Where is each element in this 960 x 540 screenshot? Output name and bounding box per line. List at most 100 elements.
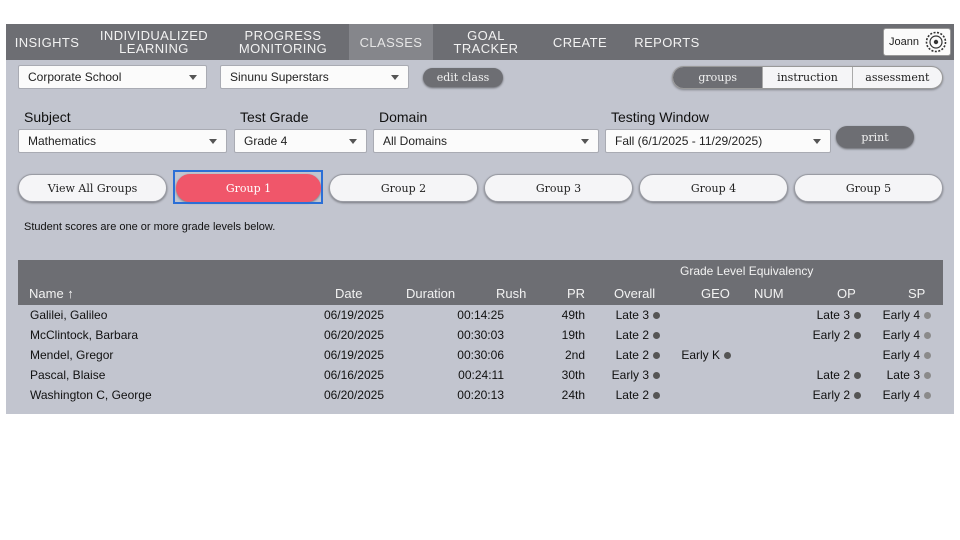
- overall-value: Late 2: [615, 388, 649, 402]
- status-dot-icon: [924, 332, 931, 339]
- cell-duration: 00:30:03: [457, 328, 504, 342]
- view-groups-button[interactable]: groups: [673, 67, 763, 88]
- group-description: Student scores are one or more grade lev…: [24, 221, 276, 233]
- nav-goal-tracker[interactable]: GOAL TRACKER: [434, 24, 538, 60]
- test-grade-select[interactable]: Grade 4: [234, 129, 367, 153]
- table-row[interactable]: Pascal, Blaise 06/16/2025 00:24:11 30th Earl…: [18, 365, 943, 385]
- class-select-value: Sinunu Superstars: [230, 70, 329, 84]
- status-dot-icon: [924, 372, 931, 379]
- duration-value: 00:30:03: [457, 328, 504, 342]
- pr-value: 19th: [561, 328, 585, 342]
- nav-progress-monitoring[interactable]: PROGRESS MONITORING: [230, 24, 336, 60]
- cell-sp: Early 4: [883, 348, 931, 362]
- column-overall[interactable]: Overall: [614, 286, 655, 301]
- cell-sp: Late 3: [887, 368, 931, 382]
- date-value: 06/20/2025: [323, 388, 384, 402]
- domain-label: Domain: [379, 109, 428, 125]
- testing-window-select[interactable]: Fall (6/1/2025 - 11/29/2025): [605, 129, 831, 153]
- cell-pr: 19th: [562, 328, 585, 342]
- top-nav: INSIGHTS INDIVIDUALIZED LEARNING PROGRES…: [6, 24, 954, 60]
- tab-group-5[interactable]: Group 5: [794, 174, 943, 202]
- subject-label: Subject: [24, 109, 71, 125]
- tab-view-all-groups[interactable]: View All Groups: [18, 174, 167, 202]
- column-pr[interactable]: PR: [567, 286, 585, 301]
- status-dot-icon: [653, 372, 660, 379]
- duration-value: 00:24:11: [458, 368, 504, 382]
- cell-name[interactable]: Washington C, George: [30, 388, 152, 402]
- cell-pr: 24th: [562, 388, 585, 402]
- view-toggle: groups instruction assessment: [672, 66, 943, 89]
- column-name-sort[interactable]: Name ↑: [29, 286, 74, 301]
- cell-duration: 00:30:06: [457, 348, 504, 362]
- status-dot-icon: [653, 332, 660, 339]
- overall-value: Early 3: [611, 368, 649, 382]
- cell-name[interactable]: Pascal, Blaise: [30, 368, 105, 382]
- school-select[interactable]: Corporate School: [18, 65, 207, 89]
- testing-window-select-value: Fall (6/1/2025 - 11/29/2025): [615, 134, 763, 148]
- nav-reports[interactable]: REPORTS: [628, 24, 706, 60]
- status-dot-icon: [924, 312, 931, 319]
- cell-op: Late 3: [817, 308, 861, 322]
- sp-value: Early 4: [882, 348, 920, 362]
- column-date[interactable]: Date: [335, 286, 362, 301]
- name-value: Mendel, Gregor: [30, 348, 114, 362]
- column-duration[interactable]: Duration: [406, 286, 455, 301]
- column-num[interactable]: NUM: [754, 286, 784, 301]
- table-row[interactable]: Washington C, George 06/20/2025 00:20:13 24…: [18, 385, 943, 405]
- cell-op: Early 2: [813, 388, 861, 402]
- cell-name[interactable]: Galilei, Galileo: [30, 308, 107, 322]
- cell-duration: 00:14:25: [457, 308, 504, 322]
- view-assessment-button[interactable]: assessment: [851, 67, 942, 88]
- cell-name[interactable]: McClintock, Barbara: [30, 328, 138, 342]
- name-value: Pascal, Blaise: [30, 368, 106, 382]
- cell-date: 06/16/2025: [324, 368, 384, 382]
- status-dot-icon: [854, 392, 861, 399]
- nav-individualized-learning[interactable]: INDIVIDUALIZED LEARNING: [92, 24, 216, 60]
- testing-window-label: Testing Window: [611, 109, 710, 125]
- cell-pr: 2nd: [565, 348, 585, 362]
- status-dot-icon: [653, 392, 660, 399]
- class-select[interactable]: Sinunu Superstars: [220, 65, 409, 89]
- column-geo[interactable]: GEO: [701, 286, 730, 301]
- user-menu-button[interactable]: Joann: [883, 28, 951, 56]
- print-button[interactable]: print: [836, 126, 914, 148]
- cell-op: Late 2: [817, 368, 861, 382]
- class-toolbar: Corporate School Sinunu Superstars edit …: [6, 60, 954, 93]
- pr-value: 24th: [561, 388, 585, 402]
- pr-value: 2nd: [564, 348, 585, 362]
- edit-class-button[interactable]: edit class: [423, 68, 503, 87]
- tab-group-3[interactable]: Group 3: [484, 174, 633, 202]
- tab-group-4[interactable]: Group 4: [639, 174, 788, 202]
- cell-overall: Late 3: [616, 308, 660, 322]
- caret-down-icon: [813, 139, 821, 144]
- cell-overall: Early 3: [612, 368, 660, 382]
- nav-create[interactable]: CREATE: [549, 24, 611, 60]
- overall-value: Late 2: [615, 328, 649, 342]
- view-instruction-button[interactable]: instruction: [762, 67, 851, 88]
- test-grade-label: Test Grade: [240, 109, 309, 125]
- column-sp[interactable]: SP: [908, 286, 925, 301]
- cell-sp: Early 4: [883, 388, 931, 402]
- cell-overall: Late 2: [616, 348, 660, 362]
- subject-select[interactable]: Mathematics: [18, 129, 227, 153]
- duration-value: 00:30:06: [457, 348, 504, 362]
- status-dot-icon: [724, 352, 731, 359]
- table-row[interactable]: Galilei, Galileo 06/19/2025 00:14:25 49th La…: [18, 305, 943, 325]
- caret-down-icon: [349, 139, 357, 144]
- cell-name[interactable]: Mendel, Gregor: [30, 348, 113, 362]
- cell-sp: Early 4: [883, 328, 931, 342]
- column-rush[interactable]: Rush: [496, 286, 526, 301]
- sp-value: Late 3: [886, 368, 920, 382]
- cell-pr: 49th: [562, 308, 585, 322]
- column-op[interactable]: OP: [837, 286, 856, 301]
- sp-value: Early 4: [882, 388, 920, 402]
- op-value: Late 2: [816, 368, 850, 382]
- tab-group-2[interactable]: Group 2: [329, 174, 478, 202]
- table-row[interactable]: Mendel, Gregor 06/19/2025 00:30:06 2nd Late …: [18, 345, 943, 365]
- nav-classes[interactable]: CLASSES: [349, 24, 433, 60]
- domain-select[interactable]: All Domains: [373, 129, 599, 153]
- overall-value: Late 2: [615, 348, 649, 362]
- nav-insights[interactable]: INSIGHTS: [6, 24, 88, 60]
- table-row[interactable]: McClintock, Barbara 06/20/2025 00:30:03 19t…: [18, 325, 943, 345]
- status-dot-icon: [854, 312, 861, 319]
